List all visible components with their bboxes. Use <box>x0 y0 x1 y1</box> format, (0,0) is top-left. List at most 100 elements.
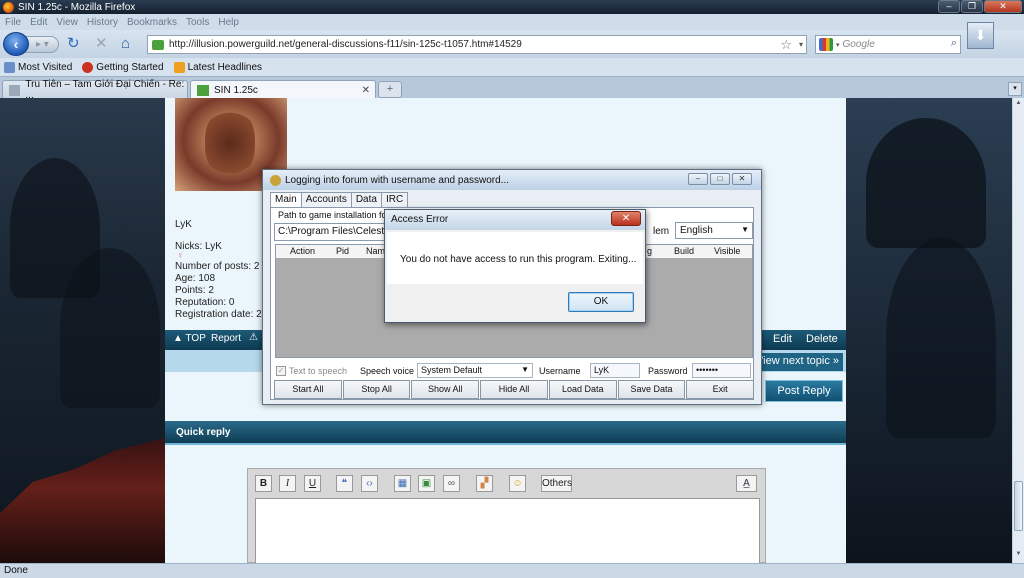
dialog-title: Access Error <box>385 210 645 230</box>
edit-link[interactable]: Edit <box>773 333 792 345</box>
bookmark-most-visited[interactable]: Most Visited <box>4 61 72 73</box>
show-all-button[interactable]: Show All <box>411 380 480 399</box>
app-icon <box>270 174 281 186</box>
menu-bookmarks[interactable]: Bookmarks <box>127 17 177 28</box>
tab-tru-tien[interactable]: Tru Tiên – Tam Giới Đại Chiến - Re: ... <box>2 79 188 101</box>
font-size-icon[interactable]: A̲ <box>736 475 757 492</box>
search-icon[interactable]: ⌕ <box>951 37 957 50</box>
window-title: SIN 1.25c - Mozilla Firefox <box>18 1 136 13</box>
menu-tools[interactable]: Tools <box>186 17 209 28</box>
app-title: Logging into forum with username and pas… <box>285 174 510 186</box>
temple-silhouette <box>0 438 165 563</box>
menu-history[interactable]: History <box>87 17 118 28</box>
bookmark-star-icon[interactable]: ☆ <box>780 36 792 53</box>
bold-button[interactable]: B <box>255 475 272 492</box>
path-input[interactable]: C:\Program Files\Celestial <box>274 223 386 241</box>
list-all-tabs-icon[interactable]: ▾ <box>1008 82 1022 96</box>
others-button[interactable]: Others <box>541 475 572 492</box>
exit-button[interactable]: Exit <box>686 380 755 399</box>
language-value: English <box>680 225 713 236</box>
tab-irc[interactable]: IRC <box>380 192 409 207</box>
url-bar[interactable]: http://illusion.powerguild.net/general-d… <box>147 35 807 54</box>
hide-all-button[interactable]: Hide All <box>480 380 548 399</box>
save-data-button[interactable]: Save Data <box>617 380 686 399</box>
post-author-name[interactable]: LyK <box>175 219 192 230</box>
tab-accounts[interactable]: Accounts <box>300 192 352 207</box>
image-icon[interactable]: ▣ <box>418 475 435 492</box>
code-icon[interactable]: ‹› <box>361 475 378 492</box>
link-icon[interactable]: ∞ <box>443 475 460 492</box>
url-dropdown-icon[interactable]: ▾ <box>799 36 803 53</box>
reply-editor: B I U ❝ ‹› ▦ ▣ ∞ ▞ ☺ Others A̲ <box>247 468 766 563</box>
forward-button[interactable]: ▸ ▾ <box>25 36 59 53</box>
user-registration: Registration date: 20 <box>175 309 268 320</box>
minimize-icon[interactable]: – <box>938 0 960 13</box>
google-icon[interactable] <box>819 38 833 51</box>
tab-main[interactable]: Main <box>270 192 302 208</box>
tree-silhouette <box>886 238 996 438</box>
navigation-toolbar: ▸ ▾ ‹ ↻ ✕ ⌂ http://illusion.powerguild.n… <box>0 30 1024 58</box>
stop-icon[interactable]: ✕ <box>95 35 108 53</box>
scroll-up-icon[interactable]: ▲ <box>1014 100 1023 110</box>
dialog-message: You do not have access to run this progr… <box>400 254 637 265</box>
password-input[interactable]: ••••••• <box>692 363 751 378</box>
username-input[interactable]: LyK <box>590 363 640 378</box>
menu-file[interactable]: File <box>5 17 21 28</box>
menu-edit[interactable]: Edit <box>30 17 47 28</box>
most-visited-icon <box>4 61 15 73</box>
bookmark-latest-headlines[interactable]: Latest Headlines <box>173 61 262 73</box>
close-tab-icon[interactable]: ✕ <box>362 85 370 96</box>
color-icon[interactable]: ▞ <box>476 475 493 492</box>
dialog-close-icon[interactable]: ✕ <box>611 211 641 226</box>
underline-button[interactable]: U <box>304 475 321 492</box>
speech-voice-select[interactable]: System Default ▼ <box>417 363 533 378</box>
app-maximize-icon[interactable]: □ <box>710 173 730 185</box>
back-button[interactable]: ‹ <box>3 32 29 56</box>
menu-help[interactable]: Help <box>218 17 239 28</box>
bookmarks-toolbar: Most Visited Getting Started Latest Head… <box>0 58 1024 76</box>
page-icon <box>9 84 21 96</box>
col-action[interactable]: Action <box>290 246 315 256</box>
home-icon[interactable]: ⌂ <box>121 35 130 53</box>
text-to-speech-checkbox[interactable]: ✓ <box>276 366 286 376</box>
search-bar[interactable]: ▾ Google ⌕ <box>815 35 961 54</box>
tab-sin[interactable]: SIN 1.25c ✕ <box>190 80 376 99</box>
delete-link[interactable]: Delete <box>806 333 838 345</box>
stop-all-button[interactable]: Stop All <box>342 380 411 399</box>
app-close-icon[interactable]: ✕ <box>732 173 752 185</box>
smiley-icon[interactable]: ☺ <box>509 475 526 492</box>
new-tab-button[interactable]: + <box>378 81 402 98</box>
scrollbar-thumb[interactable] <box>1014 481 1023 531</box>
col-visible[interactable]: Visible <box>714 246 740 256</box>
menu-view[interactable]: View <box>56 17 78 28</box>
view-next-topic-link[interactable]: View next topic » <box>752 353 843 371</box>
search-engine-dropdown-icon[interactable]: ▾ <box>836 41 840 49</box>
url-text: http://illusion.powerguild.net/general-d… <box>169 39 522 50</box>
maximize-icon[interactable]: ❐ <box>961 0 983 13</box>
warning-icon[interactable]: ⚠ <box>249 332 258 343</box>
language-label: lem <box>653 226 670 237</box>
close-window-icon[interactable]: ✕ <box>984 0 1022 13</box>
table-icon[interactable]: ▦ <box>394 475 411 492</box>
reply-textarea[interactable] <box>255 498 760 563</box>
post-reply-button[interactable]: Post Reply <box>765 380 843 402</box>
reload-icon[interactable]: ↻ <box>67 35 80 53</box>
quote-icon[interactable]: ❝ <box>336 475 353 492</box>
download-arrow-icon[interactable]: ⬇ <box>967 22 994 49</box>
scroll-down-icon[interactable]: ▼ <box>1014 551 1023 561</box>
col-g[interactable]: g <box>647 246 652 256</box>
app-minimize-icon[interactable]: – <box>688 173 708 185</box>
report-link[interactable]: Report <box>211 333 241 344</box>
col-build[interactable]: Build <box>674 246 694 256</box>
load-data-button[interactable]: Load Data <box>548 380 617 399</box>
bookmark-getting-started[interactable]: Getting Started <box>82 61 164 73</box>
language-select[interactable]: English ▼ <box>675 222 753 239</box>
female-icon: ♀ <box>177 250 184 260</box>
col-pid[interactable]: Pid <box>336 246 349 256</box>
tab-data[interactable]: Data <box>350 192 382 207</box>
start-all-button[interactable]: Start All <box>274 380 342 399</box>
ok-button[interactable]: OK <box>568 292 634 312</box>
page-scrollbar[interactable]: ▲ ▼ <box>1012 98 1024 563</box>
italic-button[interactable]: I <box>279 475 296 492</box>
top-link[interactable]: ▲ TOP <box>173 333 206 344</box>
